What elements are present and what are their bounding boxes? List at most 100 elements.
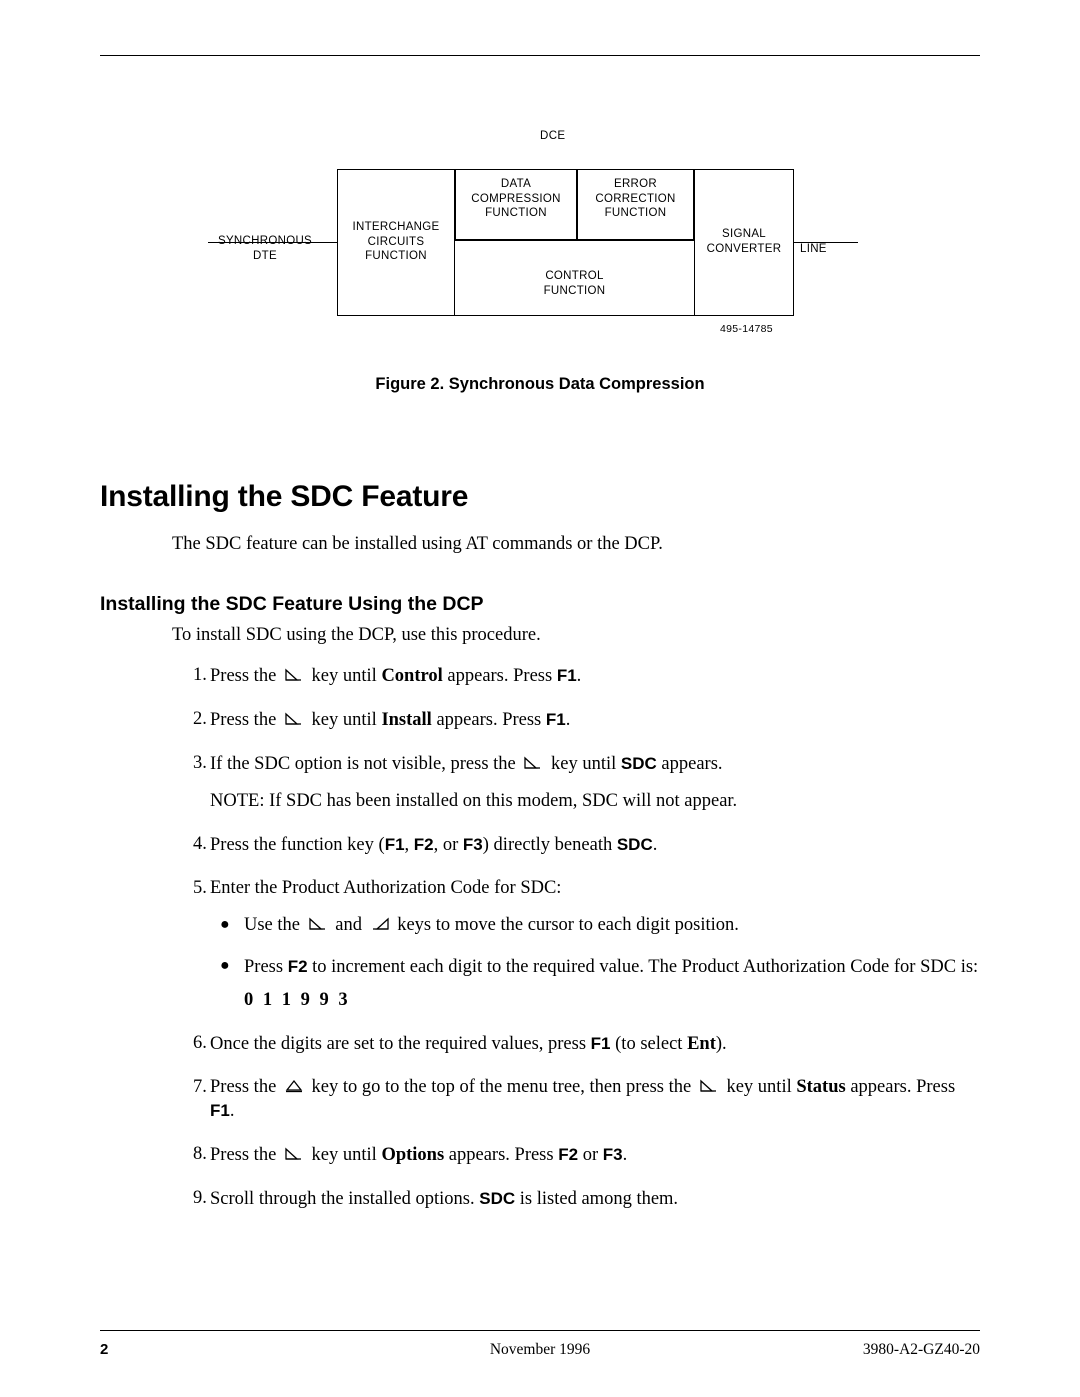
list-item: 5. Enter the Product Authorization Code … (172, 877, 982, 1012)
step-bold-f2: F2 (558, 1145, 579, 1164)
list-item: 3. If the SDC option is not visible, pre… (172, 752, 982, 813)
list-item: 8. Press the key until Options appears. … (193, 1144, 628, 1165)
step-bold-f1: F1 (556, 666, 577, 685)
step-text-pre: Press the function key ( (210, 835, 385, 855)
document-page: DCE SYNCHRONOUS DTE INTERCHANGE CIRCUITS… (0, 0, 1080, 1397)
step-text-pre: Press the (210, 666, 277, 686)
step-bold-f1: F1 (590, 1034, 611, 1053)
step-text-mid2: appears. Press (448, 1145, 554, 1165)
label-data-compression-function: DATA COMPRESSION FUNCTION (471, 178, 561, 219)
step-bold-f3: F3 (462, 835, 483, 854)
step-text-mid: key until (311, 710, 377, 730)
step-bullet-list: ● Use the and keys to move the cursor to… (210, 914, 982, 1012)
right-arrow-key-icon (698, 1079, 720, 1093)
step-text-pre: If the SDC option is not visible, press … (210, 754, 516, 774)
bullet-text-mid: and (335, 915, 362, 935)
label-line: LINE (800, 243, 827, 255)
step-text-pre: Scroll through the installed options. (210, 1189, 475, 1209)
step-text-post: . (576, 666, 582, 686)
step-bold-status: Status (796, 1077, 846, 1097)
step-bold-f2: F2 (413, 835, 434, 854)
bullet-text-pre: Use the (244, 915, 300, 935)
page-title: Installing the SDC Feature (100, 480, 469, 513)
bullet-bold-f2: F2 (287, 957, 308, 976)
figure-diagram: SYNCHRONOUS DTE INTERCHANGE CIRCUITS FUN… (200, 146, 890, 336)
bullet-dot-icon: ● (220, 916, 230, 933)
step-bold-f1: F1 (384, 835, 405, 854)
left-arrow-key-icon (369, 917, 391, 931)
bullet-text-pre: Press (244, 957, 284, 977)
dcp-intro-paragraph: To install SDC using the DCP, use this p… (172, 625, 541, 645)
step-bold-sdc: SDC (479, 1189, 516, 1208)
label-error-correction-function: ERROR CORRECTION FUNCTION (595, 178, 676, 219)
step-text-mid3: appears. Press (850, 1077, 956, 1097)
control-function-divider (455, 240, 694, 242)
step-bold-install: Install (381, 710, 432, 730)
right-arrow-key-icon (283, 712, 305, 726)
step-text-pre: Press the (210, 1077, 277, 1097)
footer-document-id: 3980-A2-GZ40-20 (862, 1341, 980, 1358)
label-control-function: CONTROL FUNCTION (543, 270, 606, 297)
list-item: 1. Press the key until Control appears. … (193, 665, 582, 686)
bullet-text-post: keys to move the cursor to each digit po… (397, 915, 739, 935)
step-text-mid: (to select (615, 1034, 683, 1054)
step-text-pre: Once the digits are set to the required … (210, 1034, 587, 1054)
step-text-mid: key to go to the top of the menu tree, t… (311, 1077, 692, 1097)
intro-paragraph: The SDC feature can be installed using A… (172, 534, 663, 554)
step-text-post: . (565, 710, 571, 730)
step-text-mid: key until (311, 1145, 377, 1165)
figure-caption: Figure 2. Synchronous Data Compression (375, 375, 705, 393)
right-arrow-key-icon (283, 668, 305, 682)
step-text-mid2: appears. (661, 754, 723, 774)
step-text-mid2: appears. Press (447, 666, 553, 686)
label-signal-converter: SIGNAL CONVERTER (706, 228, 782, 255)
label-interchange-circuits-function: INTERCHANGE CIRCUITS FUNCTION (352, 221, 440, 262)
step-bold-sdc: SDC (616, 835, 653, 854)
step-text-mid: key until (311, 666, 377, 686)
right-arrow-key-icon (283, 1147, 305, 1161)
right-arrow-key-icon (522, 756, 544, 770)
step-bold-sdc: SDC (620, 754, 657, 773)
step-bold-f1: F1 (210, 1101, 230, 1120)
step-bold-ent: Ent (687, 1034, 716, 1054)
header-rule (100, 55, 980, 56)
step-text-post: is listed among them. (519, 1189, 679, 1209)
list-item: ● Use the and keys to move the cursor to… (210, 914, 982, 937)
list-item: 6. Once the digits are set to the requir… (193, 1033, 727, 1054)
list-item: 2. Press the key until Install appears. … (193, 709, 571, 730)
step-text-mid3: or (582, 1145, 599, 1165)
step-bold-control: Control (381, 666, 443, 686)
step-text-pre: Press the (210, 1145, 277, 1165)
footer-date: November 1996 (489, 1341, 591, 1358)
step-text-pre: Press the (210, 710, 277, 730)
step-note: NOTE: If SDC has been installed on this … (210, 791, 738, 811)
step-text-mid2: appears. Press (436, 710, 542, 730)
footer-rule (100, 1330, 980, 1331)
list-item: 7. Press the key to go to the top of the… (193, 1077, 956, 1121)
step-bold-options: Options (381, 1145, 445, 1165)
step-text-mid: key until (551, 754, 617, 774)
step-text-post: ). (715, 1034, 727, 1054)
step-bold-f1: F1 (545, 710, 566, 729)
figure-label-dce: DCE (540, 130, 566, 142)
step-text-post: . (652, 835, 658, 855)
section-heading-dcp: Installing the SDC Feature Using the DCP (100, 593, 484, 615)
figure-drawing-number: 495-14785 (720, 323, 773, 335)
label-synchronous-dte: SYNCHRONOUS DTE (217, 235, 313, 262)
step-sep1: , (404, 835, 414, 855)
step-text-mid2: key until (726, 1077, 792, 1097)
step-text: Enter the Product Authorization Code for… (210, 878, 562, 898)
procedure-list: 1. Press the key until Control appears. … (172, 664, 982, 1231)
right-arrow-key-icon (307, 917, 329, 931)
list-item: ● Press F2 to increment each digit to th… (210, 955, 982, 1012)
step-bold-f3: F3 (602, 1145, 623, 1164)
step-text-post: . (622, 1145, 628, 1165)
list-item: 9. Scroll through the installed options.… (193, 1188, 679, 1209)
list-item: 4. Press the function key (F1, F2, or F3… (193, 834, 658, 855)
bullet-text-post: to increment each digit to the required … (312, 957, 979, 977)
bullet-dot-icon: ● (220, 957, 230, 974)
step-sep2: , or (433, 835, 463, 855)
step-text-post: . (229, 1101, 235, 1121)
up-arrow-key-icon (283, 1079, 305, 1093)
product-authorization-code: 0 1 1 9 9 3 (244, 990, 351, 1010)
